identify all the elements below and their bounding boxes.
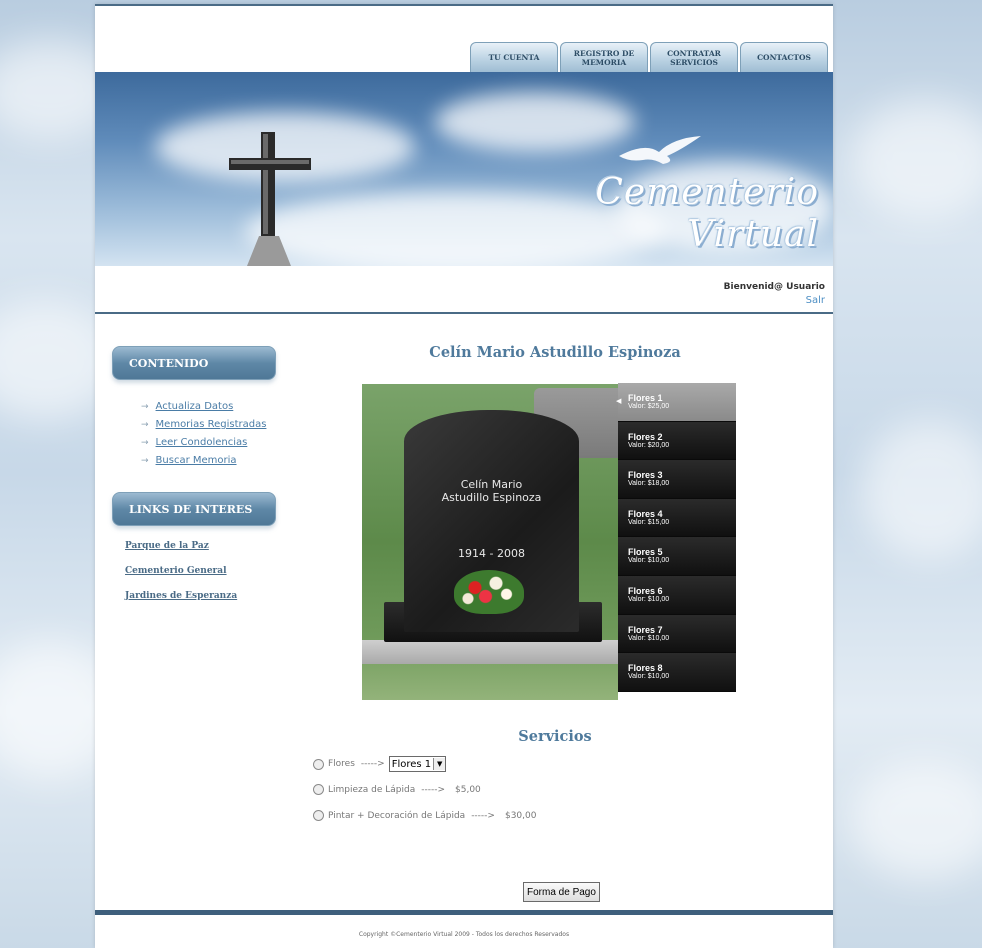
flower-options-list: ◀ Flores 1 Valor: $25,00 Flores 2 Valor:… [616,383,736,692]
link-cementerio-general[interactable]: Cementerio General [125,566,227,576]
top-border [95,4,833,6]
arrow-right-icon: → [141,402,149,412]
banner-cloud [435,92,635,152]
user-area: Bienvenid@ Usuario Salr [95,266,833,314]
tab-tu-cuenta[interactable]: TU CUENTA [470,42,558,72]
arrow-right-icon: → [141,420,149,430]
link-parque-de-la-paz[interactable]: Parque de la Paz [125,541,209,551]
flower-option[interactable]: Flores 4 Valor: $15,00 [618,498,736,538]
flower-option-value: Valor: $25,00 [628,403,670,410]
flower-option[interactable]: Flores 8 Valor: $10,00 [618,653,736,692]
flower-option-name: Flores 6 [628,585,663,596]
site-logo: Cementerio Virtual [595,172,819,256]
service-row-limpieza: Limpieza de Lápida -----> $5,00 [313,784,481,795]
flower-option-value: Valor: $15,00 [628,518,670,526]
menu-item: → Buscar Memoria [141,452,266,470]
arrow-right-icon: → [141,438,149,448]
service-row-flores: Flores -----> Flores 1 ▼ [313,756,447,772]
radio-limpieza[interactable] [313,784,324,795]
tombstone-name: Celín Mario Astudillo Espinoza [404,478,579,504]
sky-cloud [860,420,982,560]
flower-option-name: Flores 5 [628,547,663,558]
service-label: Pintar + Decoración de Lápida [328,810,466,821]
service-arrow: -----> [471,810,495,821]
payment-button[interactable]: Forma de Pago [523,882,600,902]
flower-option-name: Flores 1 [628,393,663,403]
list-item: Cementerio General [125,559,237,584]
tab-contratar-servicios[interactable]: CONTRATAR SERVICIOS [650,42,738,72]
radio-flores[interactable] [313,758,324,770]
radio-pintar[interactable] [313,810,324,821]
footer-divider [95,910,833,915]
page-container: TU CUENTA REGISTRO DE MEMORIA CONTRATAR … [95,4,833,948]
cross-icon [229,132,311,266]
menu-item: → Memorias Registradas [141,416,266,434]
footer-copyright: Copyright ©Cementerio Virtual 2009 - Tod… [358,931,570,938]
flower-option-name: Flores 4 [628,508,663,519]
menu-link-memorias-registradas[interactable]: Memorias Registradas [156,419,267,430]
flores-select-value: Flores 1 [391,758,432,770]
chevron-down-icon[interactable]: ▼ [433,758,446,770]
flower-option[interactable]: Flores 6 Valor: $10,00 [618,575,736,615]
welcome-text: Bienvenid@ Usuario [723,282,825,292]
contenido-menu: → Actualiza Datos → Memorias Registradas →… [141,398,266,470]
flower-option-name: Flores 7 [628,624,663,635]
dove-icon [619,136,701,164]
links-list: Parque de la Paz Cementerio General Jard… [125,534,237,609]
flower-option-name: Flores 8 [628,663,663,674]
flower-option[interactable]: Flores 5 Valor: $10,00 [618,537,736,576]
flower-option[interactable]: Flores 7 Valor: $10,00 [618,614,736,654]
sidebar-header-contenido: CONTENIDO [112,346,276,380]
sky-cloud [850,760,982,880]
memorial-photo: Celín Mario Astudillo Espinoza 1914 - 20… [362,384,618,700]
menu-link-actualiza-datos[interactable]: Actualiza Datos [156,401,234,412]
memorial-title: Celín Mario Astudillo Espinoza [429,344,681,361]
header-divider [95,312,833,314]
menu-item: → Actualiza Datos [141,398,266,416]
service-price: $30,00 [504,810,537,821]
flower-option-value: Valor: $10,00 [628,634,670,642]
link-jardines-de-esperanza[interactable]: Jardines de Esperanza [125,591,237,601]
ground-slab [362,640,618,664]
flower-option-name: Flores 2 [628,431,663,442]
service-price: $5,00 [455,784,481,795]
tombstone-name-line-2: Astudillo Espinoza [441,491,542,504]
service-label: Limpieza de Lápida [328,784,416,795]
flower-option-value: Valor: $10,00 [628,673,670,681]
flower-option[interactable]: Flores 3 Valor: $18,00 [618,460,736,499]
flower-option-value: Valor: $10,00 [628,557,670,565]
logo-line-2: Virtual [687,214,819,255]
flower-option[interactable]: ◀ Flores 1 Valor: $25,00 [616,383,736,422]
tab-contactos[interactable]: CONTACTOS [740,42,828,72]
tab-registro-de-memoria[interactable]: REGISTRO DE MEMORIA [560,42,648,72]
list-item: Parque de la Paz [125,534,237,559]
sidebar-header-links: LINKS DE INTERES [112,492,276,526]
menu-link-leer-condolencias[interactable]: Leer Condolencias [156,437,248,448]
flower-option-value: Valor: $10,00 [628,595,670,603]
menu-item: → Leer Condolencias [141,434,266,452]
flower-option-value: Valor: $20,00 [628,441,670,449]
tombstone-years: 1914 - 2008 [458,547,525,560]
flower-option-value: Valor: $18,00 [628,480,670,488]
flower-option[interactable]: Flores 2 Valor: $20,00 [618,421,736,461]
flower-arrangement [454,570,524,614]
flores-select[interactable]: Flores 1 ▼ [388,756,447,772]
logo-line-1: Cementerio [595,172,819,213]
triangle-left-icon: ◀ [616,398,622,405]
flower-option-name: Flores 3 [628,470,663,481]
tombstone-name-line-1: Celín Mario [460,478,523,491]
logout-link[interactable]: Salr [806,295,825,306]
menu-link-buscar-memoria[interactable]: Buscar Memoria [156,455,237,466]
service-label: Flores [328,759,355,769]
arrow-right-icon: → [141,456,149,466]
list-item: Jardines de Esperanza [125,584,237,609]
services-title: Servicios [518,728,592,745]
service-row-pintar: Pintar + Decoración de Lápida -----> $30… [313,810,536,821]
top-navigation: TU CUENTA REGISTRO DE MEMORIA CONTRATAR … [470,42,828,72]
service-arrow: -----> [360,759,385,769]
service-arrow: -----> [421,784,445,795]
header-banner: Cementerio Virtual [95,72,833,266]
sky-cloud [850,100,982,220]
